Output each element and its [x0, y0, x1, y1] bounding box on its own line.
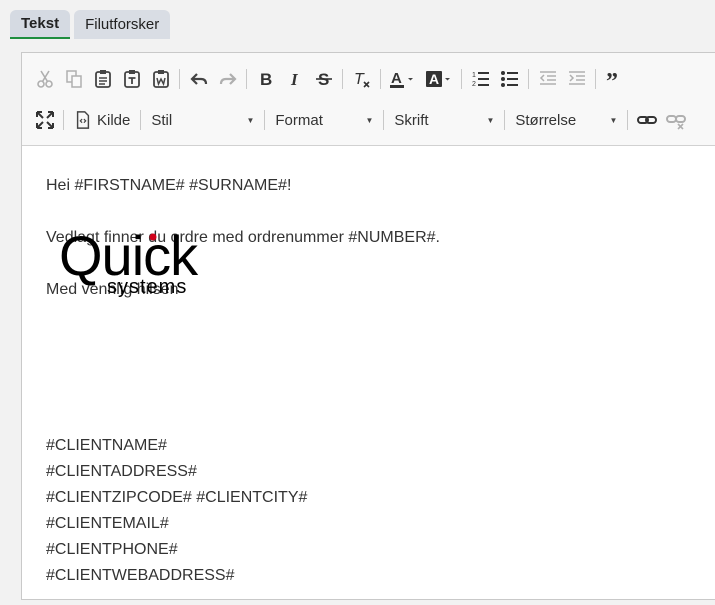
toolbar-separator: [342, 69, 343, 89]
logo-subtext: systems: [107, 276, 187, 298]
source-label: Kilde: [97, 111, 131, 129]
toolbar-separator: [179, 69, 180, 89]
redo-icon[interactable]: [213, 65, 242, 93]
paste-word-icon[interactable]: [146, 65, 175, 93]
svg-text:I: I: [290, 70, 299, 89]
toolbar-separator: [627, 110, 629, 130]
bold-icon[interactable]: B: [251, 65, 280, 93]
toolbar-separator: [140, 110, 142, 130]
cut-icon[interactable]: [30, 65, 59, 93]
background-color-icon[interactable]: A: [421, 65, 457, 93]
italic-icon[interactable]: I: [280, 65, 309, 93]
unlink-icon[interactable]: [661, 106, 690, 134]
quick-systems-logo: Quick systems: [59, 224, 200, 298]
toolbar-separator: [63, 110, 64, 130]
source-icon: [76, 111, 90, 129]
undo-icon[interactable]: [184, 65, 213, 93]
greeting-line: Hei #FIRSTNAME# #SURNAME#!: [46, 177, 292, 194]
svg-text:2: 2: [472, 81, 476, 88]
tab-tekst[interactable]: Tekst: [10, 10, 71, 39]
logo-dot: [149, 233, 157, 241]
blockquote-icon[interactable]: ”: [600, 65, 629, 93]
svg-text:A: A: [391, 70, 402, 87]
size-combo-label: Størrelse: [515, 111, 577, 129]
svg-text:T: T: [354, 71, 365, 88]
client-phone: #CLIENTPHONE#: [46, 541, 178, 558]
client-zip-city: #CLIENTZIPCODE# #CLIENTCITY#: [46, 489, 308, 506]
outdent-icon[interactable]: [533, 65, 562, 93]
svg-text:”: ”: [606, 69, 618, 89]
svg-text:B: B: [260, 70, 272, 89]
maximize-icon[interactable]: [30, 106, 59, 134]
toolbar-row-1: B I S T A A 1 2 ”: [30, 65, 629, 93]
source-button[interactable]: Kilde: [68, 106, 136, 134]
client-email: #CLIENTEMAIL#: [46, 515, 169, 532]
numbered-list-icon[interactable]: 12: [466, 65, 495, 93]
tab-filutforsker[interactable]: Filutforsker: [74, 10, 171, 39]
svg-text:1: 1: [472, 72, 476, 79]
toolbar-separator: [461, 69, 462, 89]
paste-icon[interactable]: [88, 65, 117, 93]
indent-icon[interactable]: [562, 65, 591, 93]
toolbar-separator: [380, 69, 381, 89]
text-color-icon[interactable]: A: [385, 65, 421, 93]
chevron-down-icon: ▼: [365, 115, 374, 125]
format-combo-label: Format: [275, 111, 323, 129]
toolbar-separator: [504, 110, 506, 130]
remove-format-icon[interactable]: T: [347, 65, 376, 93]
editor-panel: B I S T A A 1 2 ” Kilde Stil ▼ Format ▼ …: [10, 40, 715, 605]
font-combo[interactable]: Skrift ▼: [388, 106, 500, 134]
size-combo[interactable]: Størrelse ▼: [509, 106, 623, 134]
toolbar-separator: [595, 69, 596, 89]
editor-toolbar: B I S T A A 1 2 ” Kilde Stil ▼ Format ▼ …: [22, 53, 715, 146]
toolbar-separator: [383, 110, 385, 130]
chevron-down-icon: ▼: [609, 115, 618, 125]
style-combo[interactable]: Stil ▼: [145, 106, 260, 134]
chevron-down-icon: ▼: [246, 115, 255, 125]
copy-icon[interactable]: [59, 65, 88, 93]
bulleted-list-icon[interactable]: [495, 65, 524, 93]
link-icon[interactable]: [632, 106, 661, 134]
style-combo-label: Stil: [151, 111, 173, 129]
client-address: #CLIENTADDRESS#: [46, 463, 197, 480]
chevron-down-icon: ▼: [486, 115, 495, 125]
svg-text:A: A: [429, 71, 439, 87]
toolbar-separator: [246, 69, 247, 89]
logo-spacer: [46, 303, 440, 433]
rich-text-editor: B I S T A A 1 2 ” Kilde Stil ▼ Format ▼ …: [21, 52, 715, 600]
format-combo[interactable]: Format ▼: [269, 106, 379, 134]
client-webaddress: #CLIENTWEBADDRESS#: [46, 567, 235, 584]
paste-text-icon[interactable]: [117, 65, 146, 93]
font-combo-label: Skrift: [394, 111, 429, 129]
client-name: #CLIENTNAME#: [46, 437, 167, 454]
strikethrough-icon[interactable]: S: [309, 65, 338, 93]
tab-bar: Tekst Filutforsker: [10, 10, 171, 39]
toolbar-separator: [528, 69, 529, 89]
toolbar-separator: [264, 110, 266, 130]
toolbar-row-2: Kilde Stil ▼ Format ▼ Skrift ▼ Størrelse…: [30, 106, 690, 134]
